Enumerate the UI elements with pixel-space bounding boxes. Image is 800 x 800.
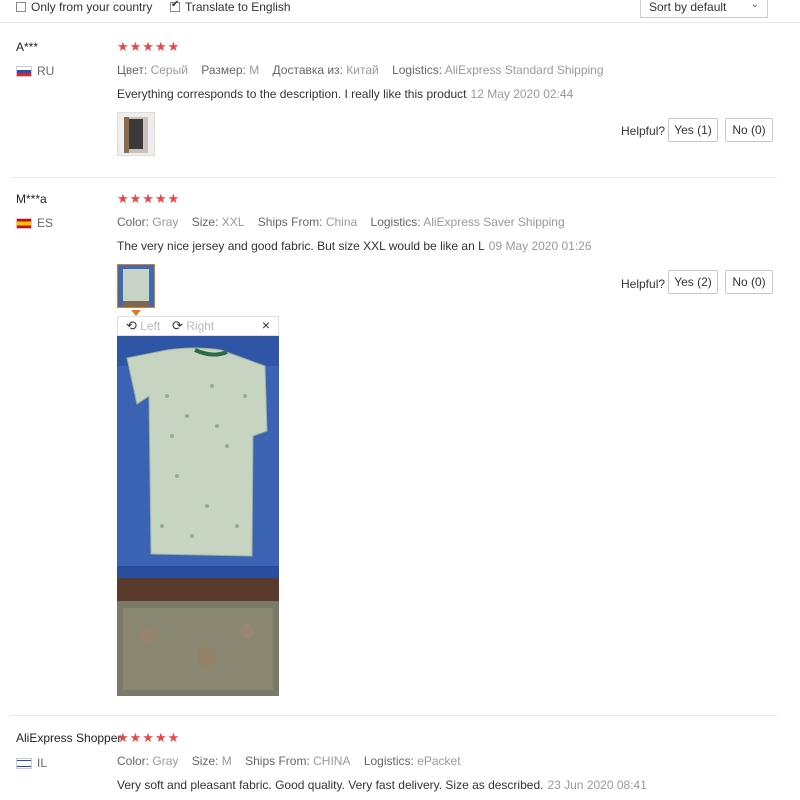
review-date: 12 May 2020 02:44 bbox=[470, 87, 574, 101]
helpful-label: Helpful? bbox=[621, 277, 666, 291]
rating-stars: ★★★★★ bbox=[117, 730, 181, 745]
review-attributes: Цвет: Серый Размер: M Доставка из: Китай… bbox=[117, 63, 604, 77]
checkbox-checked-icon[interactable] bbox=[170, 0, 180, 12]
review-text: Everything corresponds to the descriptio… bbox=[117, 87, 574, 101]
russia-flag-icon bbox=[16, 65, 32, 77]
translate-checkbox[interactable]: Translate to English bbox=[170, 0, 291, 14]
sort-value: Sort by default bbox=[649, 0, 727, 14]
review-text: The very nice jersey and good fabric. Bu… bbox=[117, 239, 592, 253]
rating-stars: ★★★★★ bbox=[117, 191, 181, 206]
rotate-right-icon: ⟳ bbox=[172, 318, 183, 333]
only-country-label: Only from your country bbox=[31, 0, 153, 14]
israel-flag-icon bbox=[16, 757, 32, 769]
chevron-down-icon: ⌄ bbox=[750, 0, 759, 10]
close-icon[interactable]: × bbox=[262, 317, 270, 333]
review-divider bbox=[10, 715, 777, 716]
reviewer-name: AliExpress Shopper bbox=[16, 731, 122, 745]
reviewer-country: ES bbox=[16, 216, 53, 230]
spain-flag-icon bbox=[16, 217, 32, 229]
review-photo-thumbnail-selected[interactable] bbox=[117, 264, 155, 308]
review-attributes: Color: Gray Size: M Ships From: CHINA Lo… bbox=[117, 754, 461, 768]
reviewer-country: RU bbox=[16, 64, 54, 78]
review-attributes: Color: Gray Size: XXL Ships From: China … bbox=[117, 215, 565, 229]
review-photo-thumbnail[interactable] bbox=[117, 112, 155, 156]
reviewer-name: M***a bbox=[16, 192, 47, 206]
sort-select[interactable]: Sort by default ⌄ bbox=[640, 0, 768, 18]
reviewer-name: A*** bbox=[16, 40, 39, 54]
checkbox-unchecked-icon[interactable] bbox=[16, 2, 26, 12]
photo-viewer-toolbar: ⟲ Left ⟳ Right × bbox=[117, 316, 279, 336]
rotate-left-button[interactable]: ⟲ Left bbox=[126, 318, 160, 334]
reviewer-country: IL bbox=[16, 756, 47, 770]
rating-stars: ★★★★★ bbox=[117, 39, 181, 54]
helpful-label: Helpful? bbox=[621, 124, 666, 138]
filter-bar: Only from your country Translate to Engl… bbox=[0, 0, 800, 23]
helpful-yes-button[interactable]: Yes (2) bbox=[668, 270, 718, 294]
rotate-left-icon: ⟲ bbox=[126, 318, 137, 333]
rotate-right-button[interactable]: ⟳ Right bbox=[172, 318, 214, 334]
helpful-no-button[interactable]: No (0) bbox=[725, 118, 773, 142]
helpful-yes-button[interactable]: Yes (1) bbox=[668, 118, 718, 142]
only-country-checkbox[interactable]: Only from your country bbox=[16, 0, 152, 14]
translate-label: Translate to English bbox=[185, 0, 291, 14]
review-photo-large bbox=[117, 336, 279, 696]
review-text: Very soft and pleasant fabric. Good qual… bbox=[117, 778, 647, 792]
country-code: ES bbox=[37, 216, 54, 230]
review-divider bbox=[10, 177, 777, 178]
review-date: 09 May 2020 01:26 bbox=[488, 239, 592, 253]
country-code: IL bbox=[37, 756, 48, 770]
helpful-no-button[interactable]: No (0) bbox=[725, 270, 773, 294]
review-date: 23 Jun 2020 08:41 bbox=[547, 778, 647, 792]
country-code: RU bbox=[37, 64, 55, 78]
